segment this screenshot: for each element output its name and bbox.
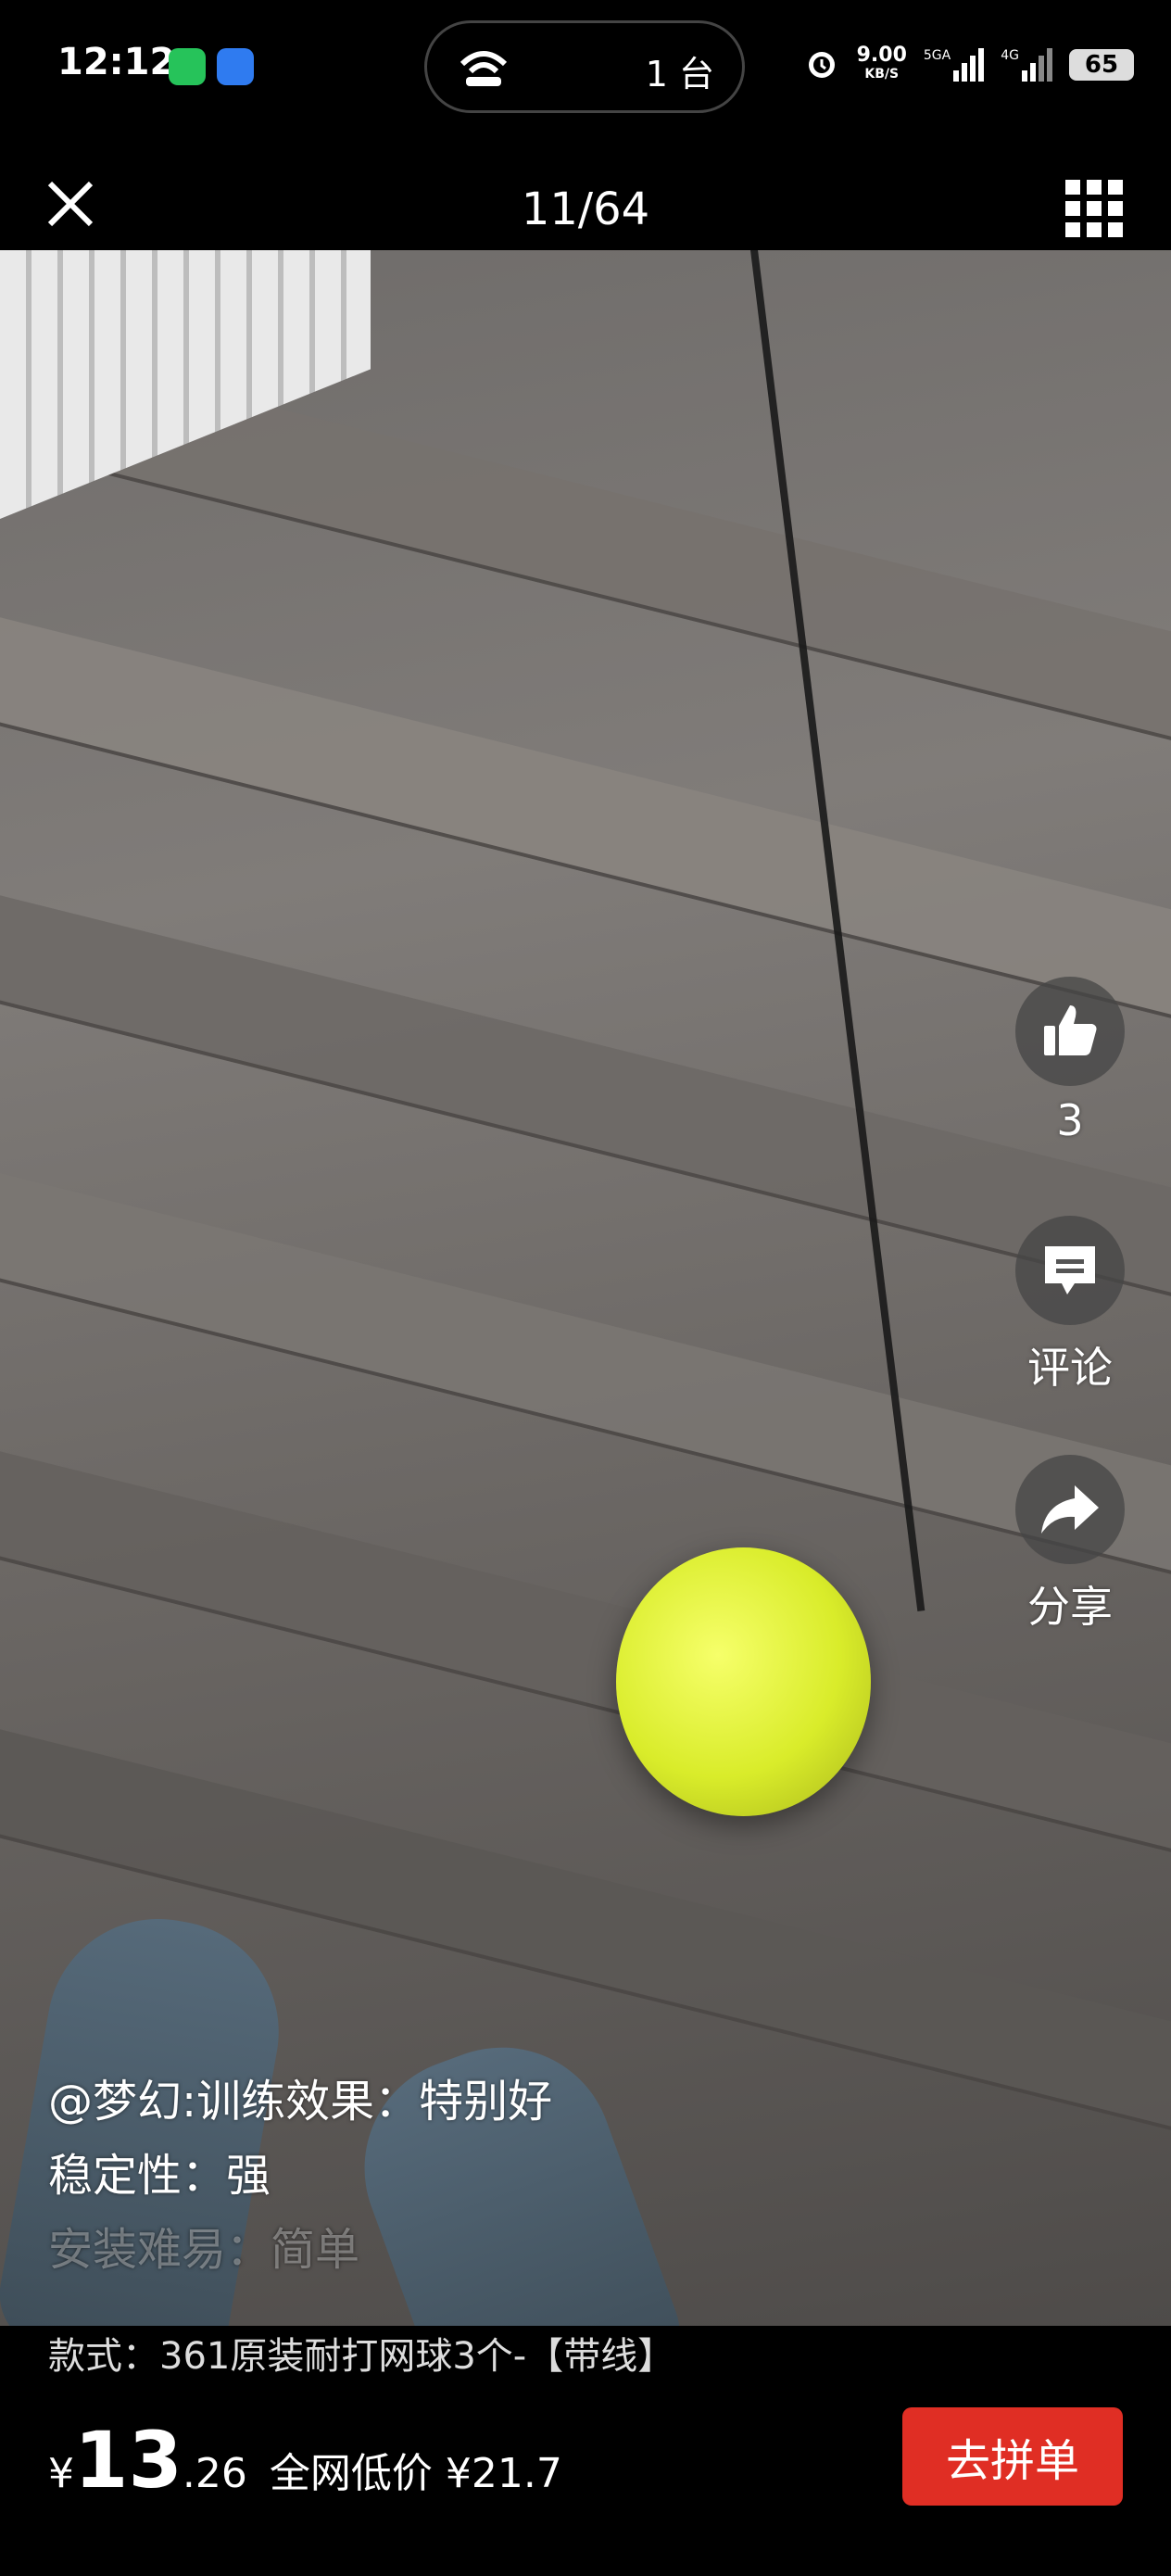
review-line-3: 安装难易：简单 [48, 2224, 360, 2276]
app-notification-icon [169, 48, 206, 85]
review-text: @梦幻:训练效果：特别好 稳定性：强 安装难易：简单 [48, 2065, 552, 2287]
comment-action[interactable]: 评论 [1014, 1216, 1126, 1395]
like-action[interactable]: 3 [1014, 977, 1126, 1145]
product-style: 款式：361原装耐打网球3个-【带线】 [48, 2335, 675, 2378]
tennis-ball [616, 1547, 871, 1816]
thumbs-up-icon [1044, 1005, 1097, 1055]
review-photo[interactable] [0, 250, 1171, 2326]
network-speed-unit: KB/S [864, 67, 900, 82]
share-icon [1041, 1485, 1099, 1534]
price-integer: 13 [74, 2415, 183, 2506]
share-label: 分享 [1027, 1582, 1113, 1632]
comment-button[interactable] [1015, 1216, 1125, 1325]
image-counter: 11/64 [521, 183, 650, 235]
signal-4g-label: 4G [1001, 48, 1019, 63]
share-action[interactable]: 分享 [1014, 1455, 1126, 1635]
review-line-2: 稳定性：强 [48, 2150, 271, 2202]
battery-indicator: 65 [1069, 49, 1134, 81]
like-count: 3 [1056, 1095, 1084, 1145]
viewer-header: 11/64 [0, 167, 1171, 250]
device-count: 1 台 [645, 54, 714, 95]
android-notification-icon [217, 48, 254, 85]
signal-5g-label: 5GA [923, 48, 951, 63]
price: ¥ 13 .26 全网低价 ¥21.7 [48, 2415, 562, 2506]
alarm-icon [803, 44, 840, 85]
lowest-price: 全网低价 ¥21.7 [269, 2450, 562, 2497]
price-decimal: .26 [182, 2450, 247, 2497]
currency-symbol: ¥ [48, 2450, 74, 2497]
product-bar: 款式：361原装耐打网球3个-【带线】 ¥ 13 .26 全网低价 ¥21.7 … [0, 2326, 1171, 2576]
review-line-1: @梦幻:训练效果：特别好 [48, 2076, 553, 2128]
network-speed: 9.00 KB/S [856, 44, 907, 83]
status-bar: 12:12 1 台 9.00 KB/S 5GA 4G 65 [0, 0, 1171, 139]
like-button[interactable] [1015, 977, 1125, 1086]
wifi-hotspot-icon [459, 47, 509, 92]
network-speed-value: 9.00 [856, 44, 907, 67]
group-buy-button[interactable]: 去拼单 [902, 2407, 1123, 2506]
connected-devices-pill[interactable]: 1 台 [424, 20, 745, 113]
share-button[interactable] [1015, 1455, 1125, 1564]
signal-4g-icon: 4G [1001, 48, 1052, 82]
status-time: 12:12 [57, 41, 176, 83]
comment-label: 评论 [1027, 1343, 1113, 1393]
system-indicators: 9.00 KB/S 5GA 4G 65 [803, 39, 1134, 91]
comment-icon [1045, 1246, 1095, 1294]
signal-5g-icon: 5GA [923, 48, 985, 82]
grid-view-icon[interactable] [1065, 180, 1123, 241]
